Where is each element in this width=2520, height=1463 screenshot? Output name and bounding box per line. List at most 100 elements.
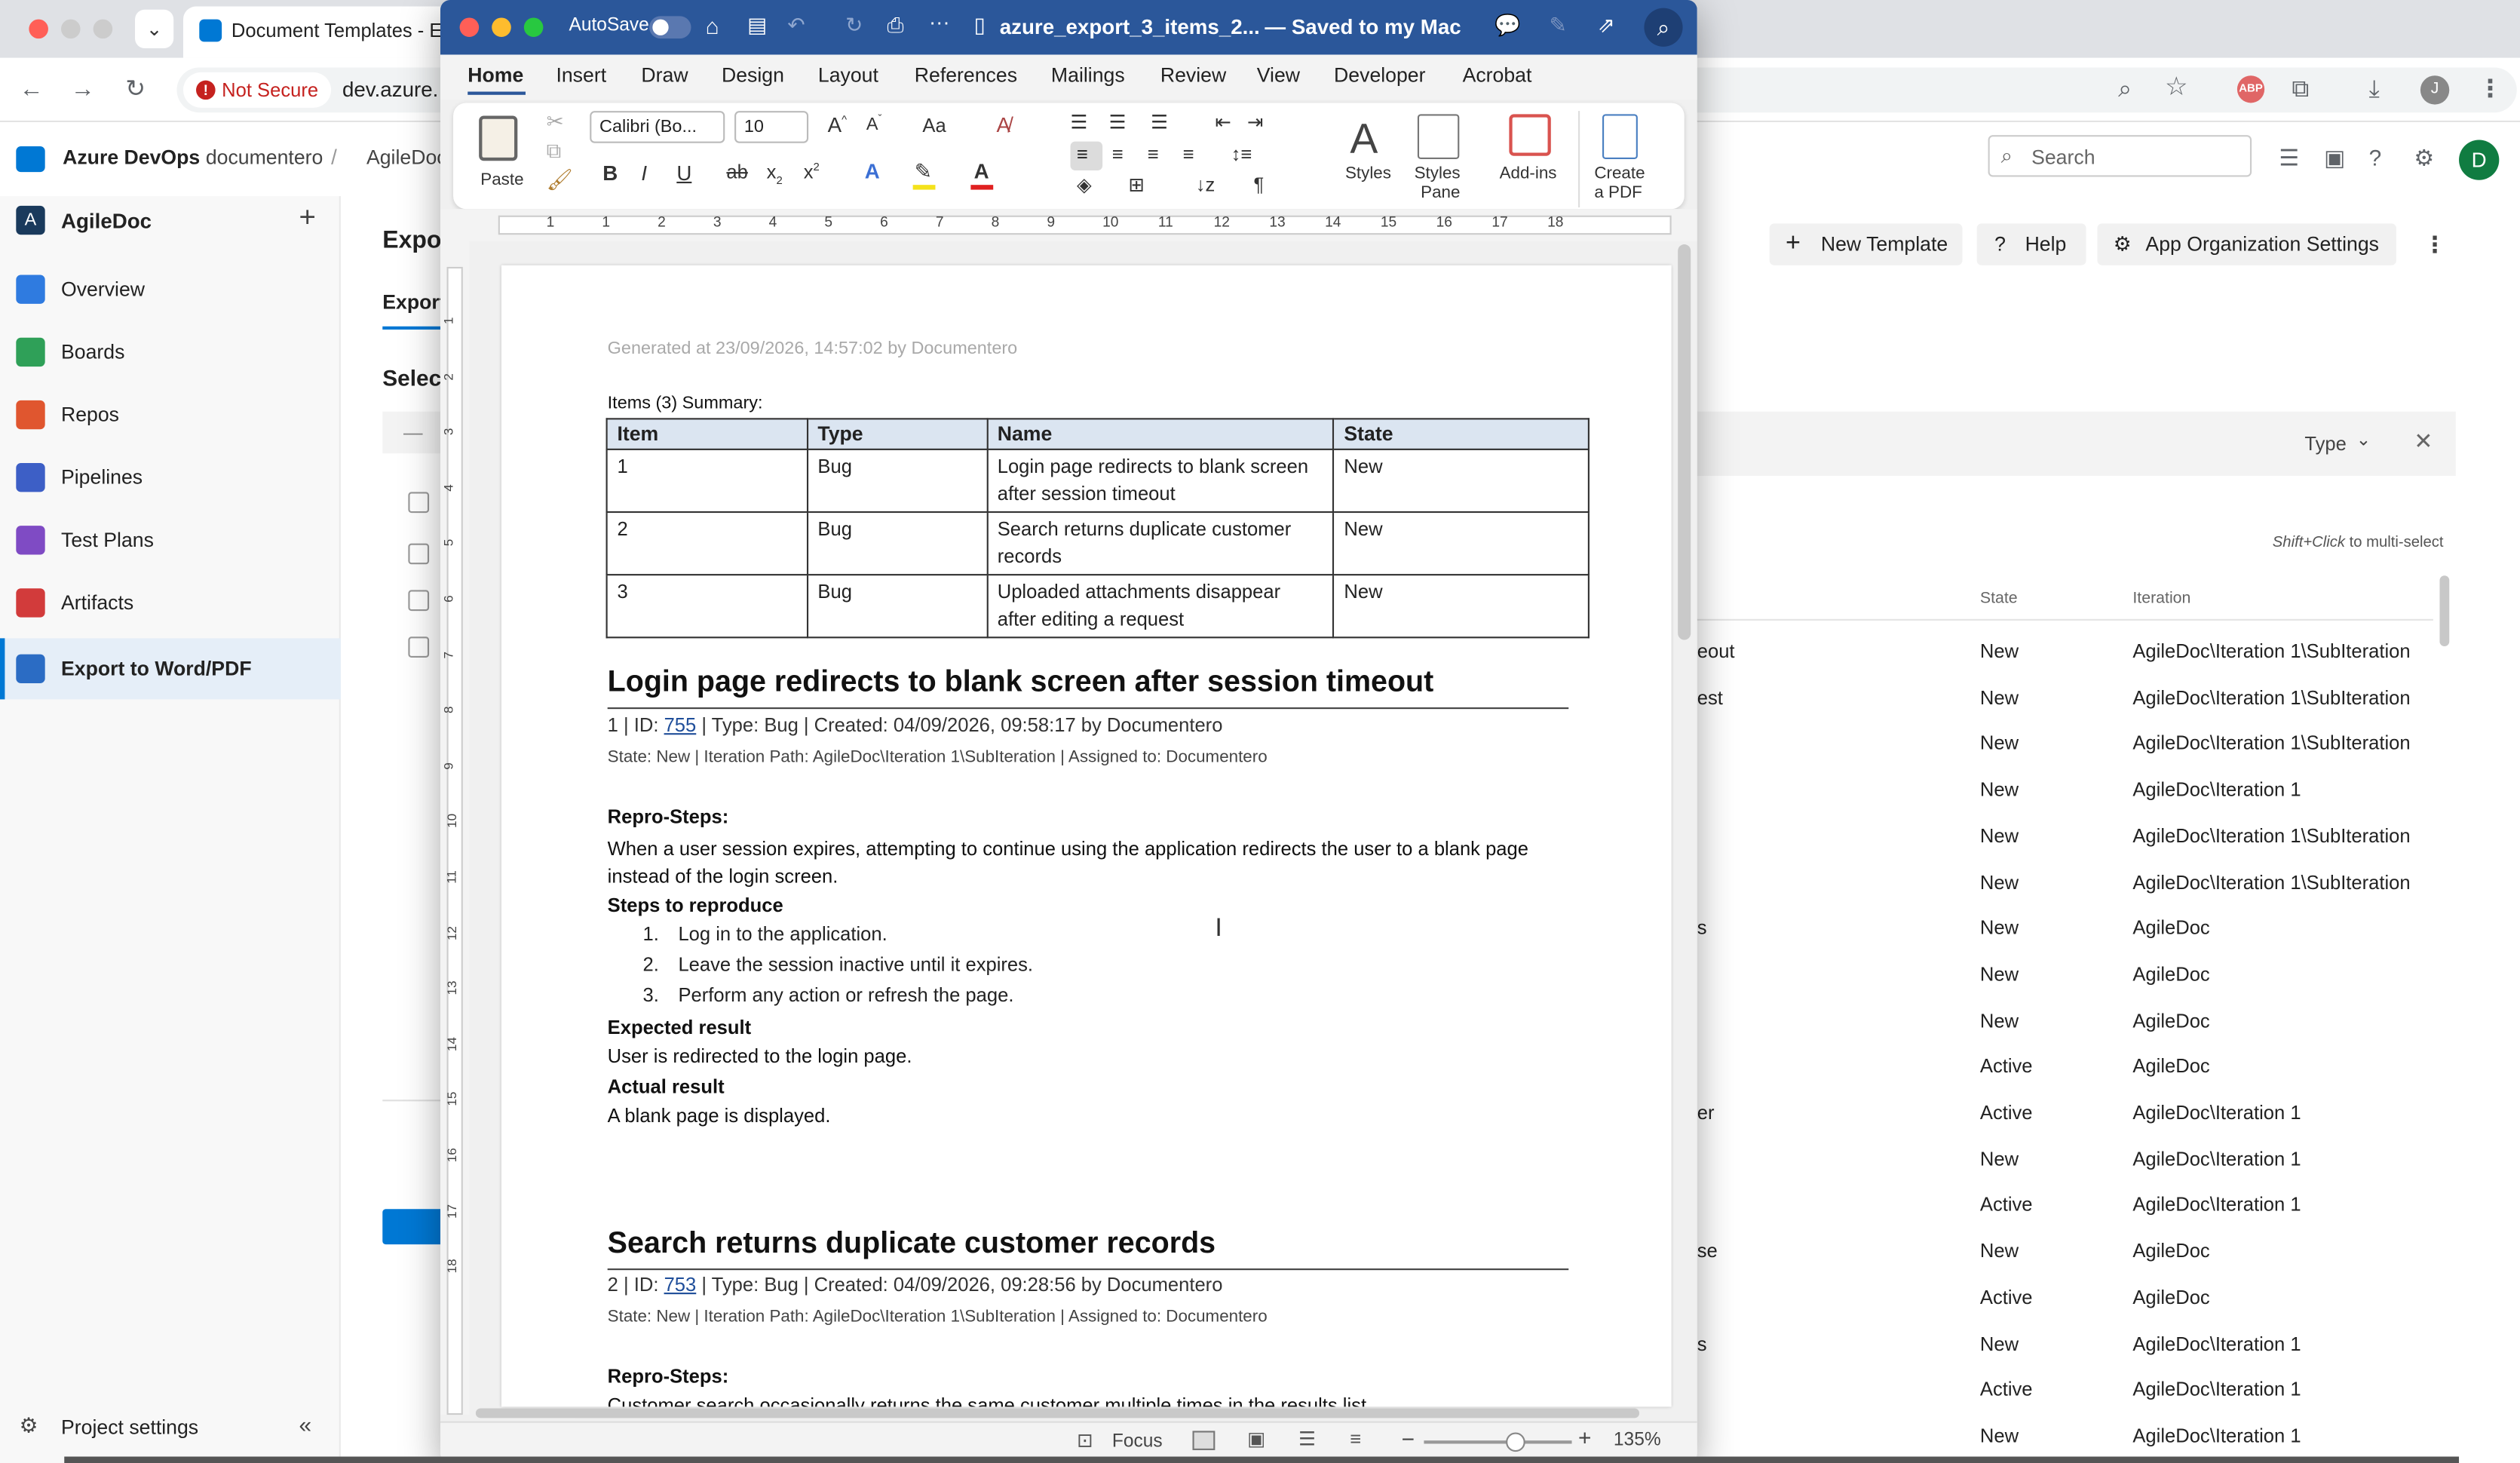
zoom-window-button[interactable] [93,19,113,39]
cut-icon[interactable]: ✂ [547,109,564,135]
autosave-toggle[interactable] [649,16,691,39]
not-secure-chip[interactable]: ! Not Secure [182,72,332,108]
more-commands-icon[interactable]: ··· [929,10,950,34]
tab-export[interactable]: Export [382,291,446,314]
nav-export-word-pdf[interactable]: Export to Word/PDF [0,638,341,700]
table-row[interactable]: er Active AgileDoc\Iteration 1 [1697,1088,2436,1133]
row-checkbox[interactable] [408,492,430,514]
underline-button[interactable]: U [676,161,691,185]
ribbon-tab-references[interactable]: References [915,64,1017,87]
nav-artifacts[interactable]: Artifacts [0,572,341,633]
adblock-extension-icon[interactable]: ABP [2236,75,2265,103]
shading-icon[interactable]: ◈ [1077,173,1092,196]
marketplace-bag-icon[interactable]: ▣ [2324,142,2345,174]
document-page[interactable]: Generated at 23/09/2026, 14:57:02 by Doc… [501,265,1672,1407]
table-row[interactable]: Active AgileDoc [1697,1273,2436,1318]
pen-icon[interactable]: ✎ [1550,13,1567,38]
column-header-state[interactable]: State [1980,590,2018,607]
breadcrumb-project[interactable]: AgileDoc [366,146,447,169]
comments-icon[interactable]: 💬 [1495,13,1521,38]
align-center-icon[interactable]: ≡ [1112,143,1124,166]
paste-button[interactable]: Paste [466,109,537,203]
multilevel-list-icon[interactable]: ☰ [1151,111,1168,133]
row-checkbox[interactable] [408,636,430,658]
profile-avatar[interactable]: J [2420,75,2450,105]
table-row[interactable]: se New AgileDoc [1697,1227,2436,1272]
row-checkbox[interactable] [408,590,430,612]
italic-button[interactable]: I [641,161,647,185]
back-arrow-icon[interactable]: ← [20,74,44,106]
draft-icon[interactable]: ≡ [1350,1428,1361,1450]
document-title[interactable]: azure_export_3_items_2... [1000,14,1260,38]
table-row[interactable]: New AgileDoc\Iteration 1\SubIteration [1697,811,2436,857]
ribbon-tab-developer[interactable]: Developer [1334,64,1425,87]
minimize-window-button[interactable] [60,19,81,39]
item2-id-link[interactable]: 753 [664,1273,697,1296]
breadcrumb-org[interactable]: documentero [206,146,323,169]
table-row[interactable]: New AgileDoc\Iteration 1\SubIteration [1697,857,2436,903]
user-settings-icon[interactable]: ⚙ [2414,142,2434,174]
web-layout-icon[interactable]: ▣ [1247,1428,1265,1450]
decrease-indent-icon[interactable]: ⇤ [1215,111,1231,133]
share-icon[interactable]: ⇗ [1598,13,1615,38]
ribbon-tab-design[interactable]: Design [722,64,784,87]
ribbon-tab-insert[interactable]: Insert [556,64,606,87]
nav-repos[interactable]: Repos [0,385,341,446]
show-formatting-icon[interactable]: ¶ [1253,173,1264,196]
print-layout-icon[interactable] [1192,1431,1216,1450]
clear-formatting-icon[interactable]: A̸ [996,112,1010,136]
help-button[interactable]: ? Help [1976,223,2086,265]
font-name-select[interactable]: Calibri (Bo... [590,111,725,143]
focus-icon[interactable]: ⊡ [1077,1429,1093,1452]
nav-overview[interactable]: Overview [0,259,341,320]
nav-pipelines[interactable]: Pipelines [0,447,341,508]
styles-button[interactable]: A Styles [1337,111,1408,204]
table-row[interactable]: New AgileDoc [1697,996,2436,1041]
bookmark-star-icon[interactable]: ☆ [2165,72,2188,105]
ribbon-tab-mailings[interactable]: Mailings [1051,64,1125,87]
ado-brand[interactable]: Azure DevOps [63,146,200,169]
numbering-icon[interactable]: ☰ [1109,111,1127,133]
vertical-scrollbar-thumb[interactable] [1678,244,1691,640]
table-row[interactable]: New AgileDoc\Iteration 1\SubIteration [1697,719,2436,765]
change-case-icon[interactable]: Aa [922,114,946,136]
sort-icon[interactable]: ↓z [1196,173,1216,196]
export-button-stub[interactable] [382,1209,447,1245]
vertical-ruler[interactable]: 1 2 3 4 5 6 7 8 9 10 11 12 13 14 15 16 17 18 [440,241,470,1415]
tab-search-dropdown-icon[interactable]: ⌄ [135,9,174,48]
reload-icon[interactable]: ↻ [125,74,146,106]
row-checkbox[interactable] [408,543,430,565]
ribbon-tab-acrobat[interactable]: Acrobat [1463,64,1532,87]
outline-icon[interactable]: ☰ [1298,1428,1316,1450]
zoom-slider-knob[interactable] [1506,1432,1525,1452]
list-scrollbar[interactable] [2439,575,2450,647]
create-pdf-button[interactable]: Create a PDF [1578,111,1659,208]
close-window-button[interactable] [459,17,480,38]
table-row[interactable]: est New AgileDoc\Iteration 1\SubIteration [1697,673,2436,719]
styles-pane-button[interactable]: Styles Pane [1411,111,1469,204]
table-row[interactable]: s New AgileDoc [1697,904,2436,949]
subscript-button[interactable]: x2 [767,161,783,187]
ado-search-box[interactable]: ⌕ Search [1988,135,2252,177]
item1-id-link[interactable]: 755 [664,714,697,737]
more-options-kebab-icon[interactable]: ⋮ [2423,232,2446,259]
nav-test-plans[interactable]: Test Plans [0,510,341,571]
work-items-list-icon[interactable]: ☰ [2279,142,2299,174]
extensions-puzzle-icon[interactable]: ⧉ [2292,74,2309,106]
saved-status[interactable]: — Saved to my Mac [1265,14,1461,38]
add-plus-icon[interactable]: + [299,201,315,235]
line-spacing-icon[interactable]: ↕≡ [1231,143,1252,166]
forward-arrow-icon[interactable]: → [71,74,95,106]
browser-menu-kebab-icon[interactable]: ⋮ [2479,74,2503,106]
table-row[interactable]: Active AgileDoc\Iteration 1 [1697,1181,2436,1226]
borders-icon[interactable]: ⊞ [1128,173,1144,196]
table-row[interactable]: New AgileDoc\Iteration 1 [1697,1134,2436,1179]
table-row[interactable]: New AgileDoc\Iteration 1 [1697,765,2436,811]
save-icon[interactable]: ▤ [747,13,767,38]
chevron-down-icon[interactable]: ⌄ [2356,429,2371,450]
shrink-font-icon[interactable]: Aˇ [866,114,882,134]
font-size-select[interactable]: 10 [734,111,809,143]
minimize-window-button[interactable] [492,17,511,38]
new-template-button[interactable]: + New Template [1769,223,1963,265]
align-right-icon[interactable]: ≡ [1148,143,1159,166]
